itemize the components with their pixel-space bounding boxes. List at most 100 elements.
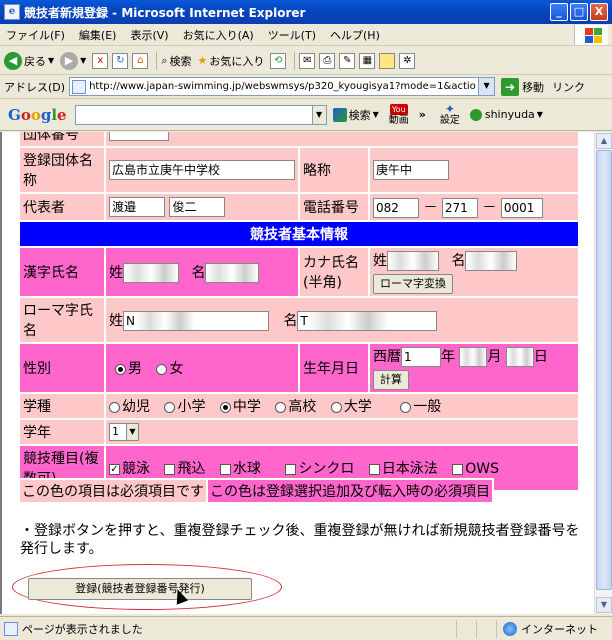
user-status-icon bbox=[469, 108, 482, 121]
grade-select[interactable]: 1 ▼ bbox=[109, 423, 139, 441]
school-radio-general[interactable] bbox=[400, 401, 412, 413]
birth-year-input[interactable]: 1 bbox=[401, 347, 441, 367]
google-search-dropdown-icon[interactable]: ▼ bbox=[311, 105, 326, 124]
menu-help[interactable]: ヘルプ(H) bbox=[330, 27, 380, 43]
school-radio-elementary[interactable] bbox=[164, 401, 176, 413]
event-check-diving[interactable] bbox=[164, 463, 176, 475]
menu-favorites[interactable]: お気に入り(A) bbox=[183, 27, 254, 43]
print-icon[interactable]: ⎙ bbox=[319, 52, 336, 69]
school-radio-junior[interactable] bbox=[219, 401, 231, 413]
event-check-nihon[interactable] bbox=[368, 463, 380, 475]
back-button[interactable]: ◀ 戻る ▼ bbox=[4, 51, 54, 70]
kana-first-input[interactable] bbox=[465, 251, 518, 271]
event-check-waterpolo[interactable] bbox=[219, 463, 231, 475]
school-radio-high[interactable] bbox=[275, 401, 287, 413]
school-label-junior: 中学 bbox=[232, 399, 261, 415]
calculate-button[interactable]: 計算 bbox=[373, 370, 409, 390]
male-radio[interactable] bbox=[115, 363, 126, 375]
grade-cell: 1 ▼ bbox=[104, 418, 580, 446]
search-button[interactable]: ⌕ 検索 bbox=[161, 53, 191, 69]
legend-required: この色の項目は必須項目です bbox=[20, 480, 208, 502]
roman-last-input[interactable]: N bbox=[123, 310, 269, 331]
school-label-elementary: 小学 bbox=[177, 399, 206, 415]
section-title: 競技者基本情報 bbox=[18, 220, 580, 248]
phone-input-1[interactable]: 082 bbox=[373, 197, 419, 218]
school-radio-university[interactable] bbox=[330, 401, 342, 413]
scroll-thumb[interactable] bbox=[596, 150, 612, 590]
discuss-icon[interactable]: ▦ bbox=[359, 52, 376, 69]
status-bar: ページが表示されました インターネット bbox=[0, 616, 612, 640]
day-label: 日 bbox=[533, 349, 548, 365]
google-search-button[interactable]: 検索 ▼ bbox=[332, 107, 379, 123]
folder-icon[interactable] bbox=[379, 52, 396, 69]
register-button[interactable]: 登録(競技者登録番号発行) bbox=[28, 578, 252, 600]
roman-name-label: ローマ字氏名 bbox=[18, 296, 106, 344]
rep-first-input[interactable]: 俊二 bbox=[169, 197, 226, 217]
forward-button[interactable]: ▶ ▼ bbox=[60, 51, 86, 70]
user-button[interactable]: shinyuda ▼ bbox=[469, 108, 543, 121]
abbr-input[interactable]: 庚午中 bbox=[373, 160, 449, 180]
team-name-input[interactable]: 広島市立庚午中学校 bbox=[109, 160, 295, 180]
stop-icon[interactable]: x bbox=[92, 52, 109, 69]
event-check-ows[interactable] bbox=[452, 463, 464, 475]
phone-input-3[interactable]: 0001 bbox=[500, 197, 543, 218]
menu-edit[interactable]: 編集(E) bbox=[79, 27, 117, 43]
home-icon[interactable]: ⌂ bbox=[132, 52, 149, 69]
menu-file[interactable]: ファイル(F) bbox=[6, 27, 65, 43]
links-button[interactable]: リンク bbox=[552, 79, 585, 95]
year-label: 年 bbox=[441, 349, 455, 365]
romaji-convert-button[interactable]: ローマ字変換 bbox=[373, 274, 453, 294]
address-dropdown-icon[interactable]: ▼ bbox=[478, 78, 495, 95]
google-search-dropdown-icon[interactable]: ▼ bbox=[373, 110, 379, 119]
team-number-input[interactable] bbox=[109, 132, 169, 141]
google-search-input[interactable]: ▼ bbox=[74, 104, 327, 125]
event-check-swimming[interactable]: ✓ bbox=[109, 463, 120, 475]
scroll-down-icon[interactable]: ▼ bbox=[596, 597, 612, 613]
user-dropdown-icon[interactable]: ▼ bbox=[537, 110, 543, 119]
settings-button[interactable]: ✦ 設定 bbox=[440, 103, 460, 126]
favorites-button[interactable]: ★ お気に入り bbox=[197, 53, 264, 69]
school-radio-infant[interactable] bbox=[109, 401, 120, 413]
messenger-icon[interactable]: ✲ bbox=[399, 52, 416, 69]
rep-last-input[interactable]: 渡邉 bbox=[109, 197, 165, 217]
edit-icon[interactable]: ✎ bbox=[339, 52, 356, 69]
birth-day-input[interactable] bbox=[505, 347, 534, 367]
address-input[interactable]: http://www.japan-swimming.jp/webswmsys/p… bbox=[69, 77, 496, 96]
vertical-scrollbar[interactable]: ▲ ▼ bbox=[594, 132, 612, 614]
video-button[interactable]: You 動画 bbox=[388, 103, 409, 126]
refresh-icon[interactable]: ↻ bbox=[112, 52, 129, 69]
menu-view[interactable]: 表示(V) bbox=[130, 27, 168, 43]
mail-icon[interactable]: ✉ bbox=[299, 52, 316, 69]
close-button[interactable]: X bbox=[590, 3, 608, 21]
female-radio[interactable] bbox=[156, 363, 168, 375]
toolbar-separator bbox=[294, 51, 296, 70]
google-search-label: 検索 bbox=[348, 108, 371, 122]
kana-last-input[interactable] bbox=[387, 251, 439, 271]
event-check-synchro[interactable] bbox=[285, 463, 297, 475]
birth-month-input[interactable] bbox=[459, 347, 488, 367]
maximize-button[interactable]: □ bbox=[570, 3, 588, 21]
grade-dropdown-icon[interactable]: ▼ bbox=[126, 424, 138, 440]
month-label: 月 bbox=[487, 349, 502, 365]
more-button[interactable]: » bbox=[419, 108, 426, 121]
minimize-button[interactable]: _ bbox=[550, 3, 568, 21]
title-bar: e 競技者新規登録 - Microsoft Internet Explorer … bbox=[0, 0, 612, 24]
menu-bar: ファイル(F) 編集(E) 表示(V) お気に入り(A) ツール(T) ヘルプ(… bbox=[0, 24, 612, 46]
menu-tools[interactable]: ツール(T) bbox=[268, 27, 316, 43]
scroll-up-icon[interactable]: ▲ bbox=[596, 133, 612, 149]
kana-mei-label: 名 bbox=[451, 253, 466, 269]
history-icon[interactable]: ⟲ bbox=[270, 52, 287, 69]
user-label: shinyuda bbox=[484, 108, 535, 121]
roman-first-input[interactable]: T bbox=[297, 310, 438, 331]
back-dropdown-icon[interactable]: ▼ bbox=[48, 56, 54, 65]
video-label: 動画 bbox=[388, 114, 409, 126]
phone-input-2[interactable]: 271 bbox=[441, 197, 478, 218]
rep-label: 代表者 bbox=[18, 192, 106, 222]
event-label-waterpolo: 水球 bbox=[232, 461, 261, 477]
window-title: 競技者新規登録 - Microsoft Internet Explorer bbox=[24, 5, 306, 20]
birthdate-label: 生年月日 bbox=[298, 342, 370, 394]
kanji-first-input[interactable]: 達 bbox=[205, 262, 260, 283]
kanji-last-input[interactable]: 我 bbox=[123, 262, 179, 283]
go-button[interactable]: ➔ 移動 bbox=[501, 77, 544, 96]
forward-dropdown-icon[interactable]: ▼ bbox=[80, 56, 86, 65]
